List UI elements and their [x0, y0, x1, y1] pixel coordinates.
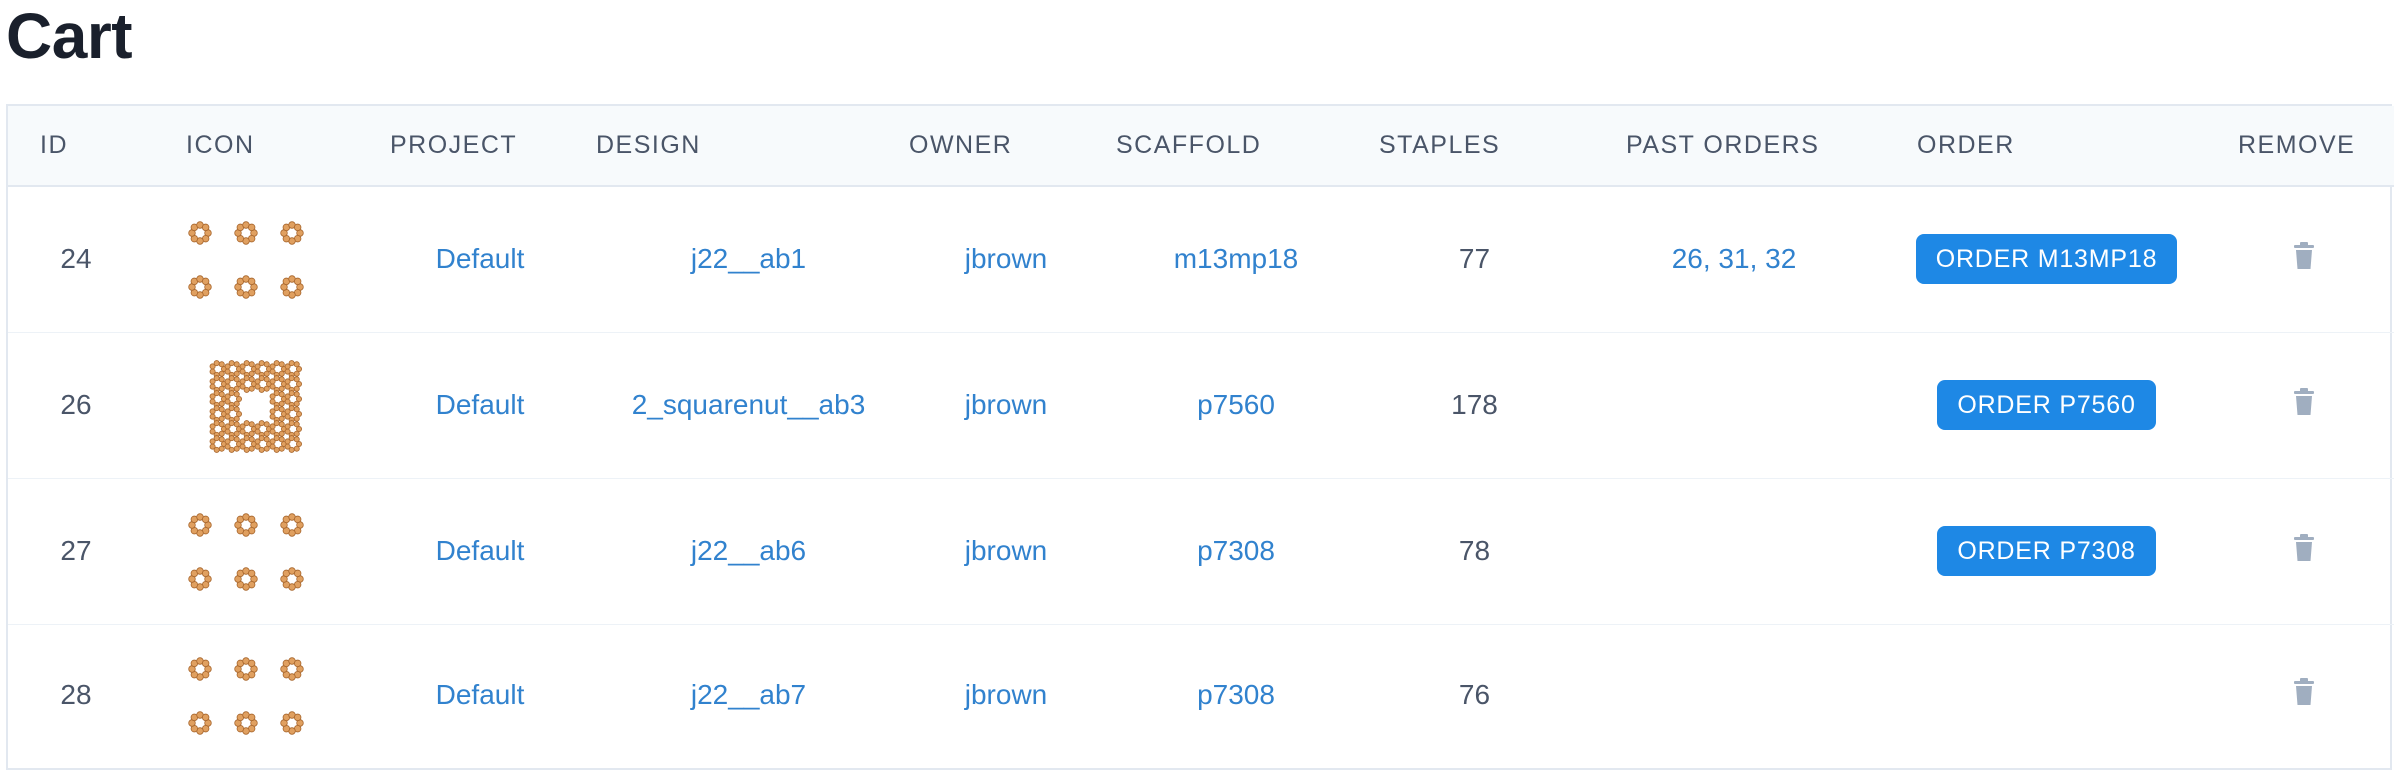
- cell-icon: [144, 332, 364, 478]
- order-cell-empty: [1880, 624, 2213, 766]
- project-link[interactable]: Default: [364, 332, 596, 478]
- cell-staples: 178: [1451, 389, 1498, 420]
- cell-icon: [144, 624, 364, 766]
- header-scaffold: SCAFFOLD: [1116, 131, 1262, 159]
- header-order: ORDER: [1917, 131, 2015, 159]
- header-staples: STAPLES: [1379, 131, 1501, 159]
- table-row: 28 Default j22__ab7 jbrown p7308 76: [8, 624, 2394, 766]
- header-owner: OWNER: [909, 131, 1013, 159]
- table-row: 26 Default 2_squarenut__ab3 jbrown p7560…: [8, 332, 2394, 478]
- cell-staples: 77: [1458, 243, 1491, 275]
- project-link[interactable]: Default: [364, 478, 596, 624]
- past-orders-link[interactable]: [1588, 478, 1880, 624]
- trash-icon[interactable]: [2292, 241, 2316, 277]
- trash-icon[interactable]: [2292, 677, 2316, 713]
- order-button[interactable]: ORDER P7308: [1937, 526, 2156, 576]
- table-row: 27 Default j22__ab6 jbrown p7308 78 ORDE…: [8, 478, 2394, 624]
- scaffold-link[interactable]: p7560: [1111, 332, 1361, 478]
- scaffold-link[interactable]: p7308: [1111, 624, 1361, 766]
- header-project: PROJECT: [390, 131, 518, 159]
- cell-staples: 76: [1458, 679, 1491, 711]
- page-title: Cart: [6, 0, 133, 72]
- cell-icon: [144, 478, 364, 624]
- project-link[interactable]: Default: [364, 624, 596, 766]
- cell-icon: [144, 186, 364, 332]
- table-header-row: ID ICON PROJECT DESIGN OWNER SCAFFOLD ST…: [8, 106, 2394, 186]
- square-nut-design-icon: [209, 360, 302, 453]
- design-link[interactable]: j22__ab1: [596, 186, 901, 332]
- owner-link[interactable]: jbrown: [901, 478, 1111, 624]
- six-ring-design-icon: [188, 657, 304, 735]
- owner-link[interactable]: jbrown: [901, 624, 1111, 766]
- scaffold-link[interactable]: m13mp18: [1111, 186, 1361, 332]
- cell-id: 27: [60, 535, 92, 566]
- design-link[interactable]: j22__ab6: [596, 478, 901, 624]
- past-orders-link[interactable]: [1588, 624, 1880, 766]
- cell-id: 26: [60, 389, 92, 420]
- cart-table: ID ICON PROJECT DESIGN OWNER SCAFFOLD ST…: [8, 106, 2394, 766]
- cell-id: 24: [60, 243, 92, 275]
- table-row: 24 Default j22__ab1 jbrown m13mp18 77 26…: [8, 186, 2394, 332]
- design-link[interactable]: 2_squarenut__ab3: [596, 332, 901, 478]
- header-design: DESIGN: [596, 131, 701, 159]
- header-icon: ICON: [186, 131, 255, 159]
- order-button[interactable]: ORDER P7560: [1937, 380, 2156, 430]
- owner-link[interactable]: jbrown: [901, 332, 1111, 478]
- six-ring-design-icon: [188, 513, 304, 591]
- past-orders-link[interactable]: 26, 31, 32: [1588, 186, 1880, 332]
- trash-icon[interactable]: [2292, 533, 2316, 569]
- header-past-orders: PAST ORDERS: [1626, 131, 1820, 159]
- project-link[interactable]: Default: [364, 186, 596, 332]
- scaffold-link[interactable]: p7308: [1111, 478, 1361, 624]
- cell-staples: 78: [1458, 535, 1491, 566]
- design-link[interactable]: j22__ab7: [596, 624, 901, 766]
- six-ring-design-icon: [188, 221, 304, 299]
- cell-id: 28: [60, 679, 92, 711]
- header-id: ID: [40, 131, 68, 159]
- past-orders-link[interactable]: [1588, 332, 1880, 478]
- order-button[interactable]: ORDER M13MP18: [1915, 234, 2178, 285]
- header-remove: REMOVE: [2238, 131, 2356, 159]
- cart-table-container: ID ICON PROJECT DESIGN OWNER SCAFFOLD ST…: [6, 104, 2394, 770]
- trash-icon[interactable]: [2292, 387, 2316, 423]
- owner-link[interactable]: jbrown: [901, 186, 1111, 332]
